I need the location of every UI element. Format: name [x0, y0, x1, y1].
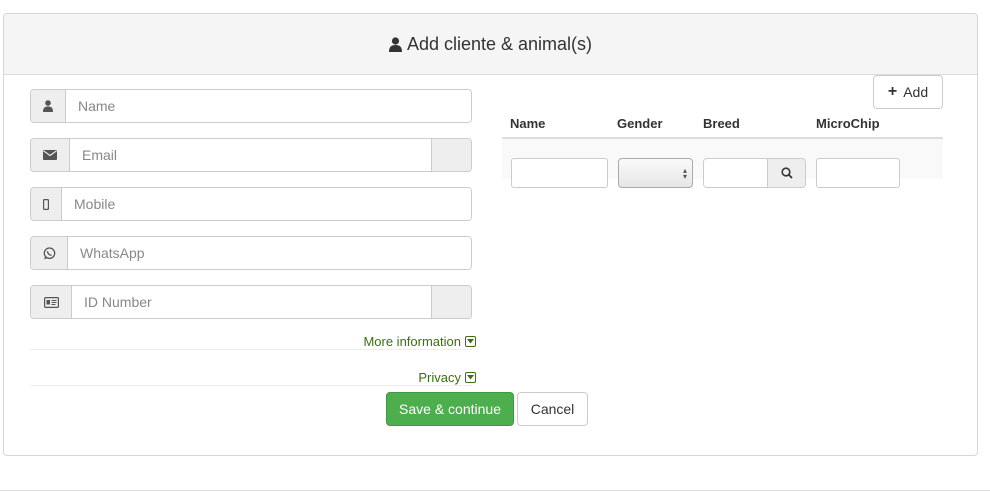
envelope-icon [31, 139, 70, 171]
email-field-group [30, 138, 472, 172]
save-continue-button[interactable]: Save & continue [386, 392, 514, 426]
whatsapp-input[interactable] [68, 237, 471, 269]
add-client-panel: Add cliente & animal(s) [3, 13, 978, 456]
id-card-icon [31, 286, 72, 318]
column-header-breed: Breed [703, 116, 740, 131]
email-input[interactable] [70, 139, 431, 171]
id-number-field-group [30, 285, 472, 319]
divider [30, 349, 472, 350]
animal-microchip-input[interactable] [816, 158, 900, 188]
privacy-toggle[interactable]: Privacy [418, 370, 476, 385]
animal-gender-select[interactable]: ▴ ▾ [618, 158, 693, 188]
id-number-addon [431, 286, 471, 318]
cancel-button[interactable]: Cancel [517, 392, 588, 426]
column-header-gender: Gender [617, 116, 663, 131]
animal-breed-group [703, 158, 806, 188]
more-information-toggle[interactable]: More information [363, 334, 476, 349]
name-field-group [30, 89, 472, 123]
whatsapp-icon [31, 237, 68, 269]
id-number-input[interactable] [72, 286, 431, 318]
animal-breed-input[interactable] [704, 159, 767, 187]
user-icon [31, 90, 66, 122]
more-information-label: More information [363, 334, 461, 349]
search-icon[interactable] [767, 159, 805, 187]
name-input[interactable] [66, 90, 471, 122]
caret-down-icon [465, 336, 476, 347]
divider [30, 385, 472, 386]
mobile-input[interactable] [62, 188, 471, 220]
column-header-name: Name [510, 116, 546, 131]
email-addon [431, 139, 471, 171]
caret-down-icon [465, 372, 476, 383]
panel-title: Add cliente & animal(s) [406, 33, 593, 54]
mobile-icon [31, 188, 62, 220]
column-header-microchip: MicroChip [816, 116, 880, 131]
add-animal-label: Add [903, 84, 929, 100]
whatsapp-field-group [30, 236, 472, 270]
mobile-field-group [30, 187, 472, 221]
panel-heading: Add cliente & animal(s) [4, 14, 977, 75]
privacy-label: Privacy [418, 370, 461, 385]
animal-name-input[interactable] [511, 158, 608, 188]
select-arrows-icon: ▴ ▾ [682, 166, 687, 181]
user-icon [388, 36, 402, 52]
plus-icon: + [887, 83, 898, 100]
footer-divider [0, 490, 990, 491]
add-animal-button[interactable]: + Add [873, 75, 943, 109]
